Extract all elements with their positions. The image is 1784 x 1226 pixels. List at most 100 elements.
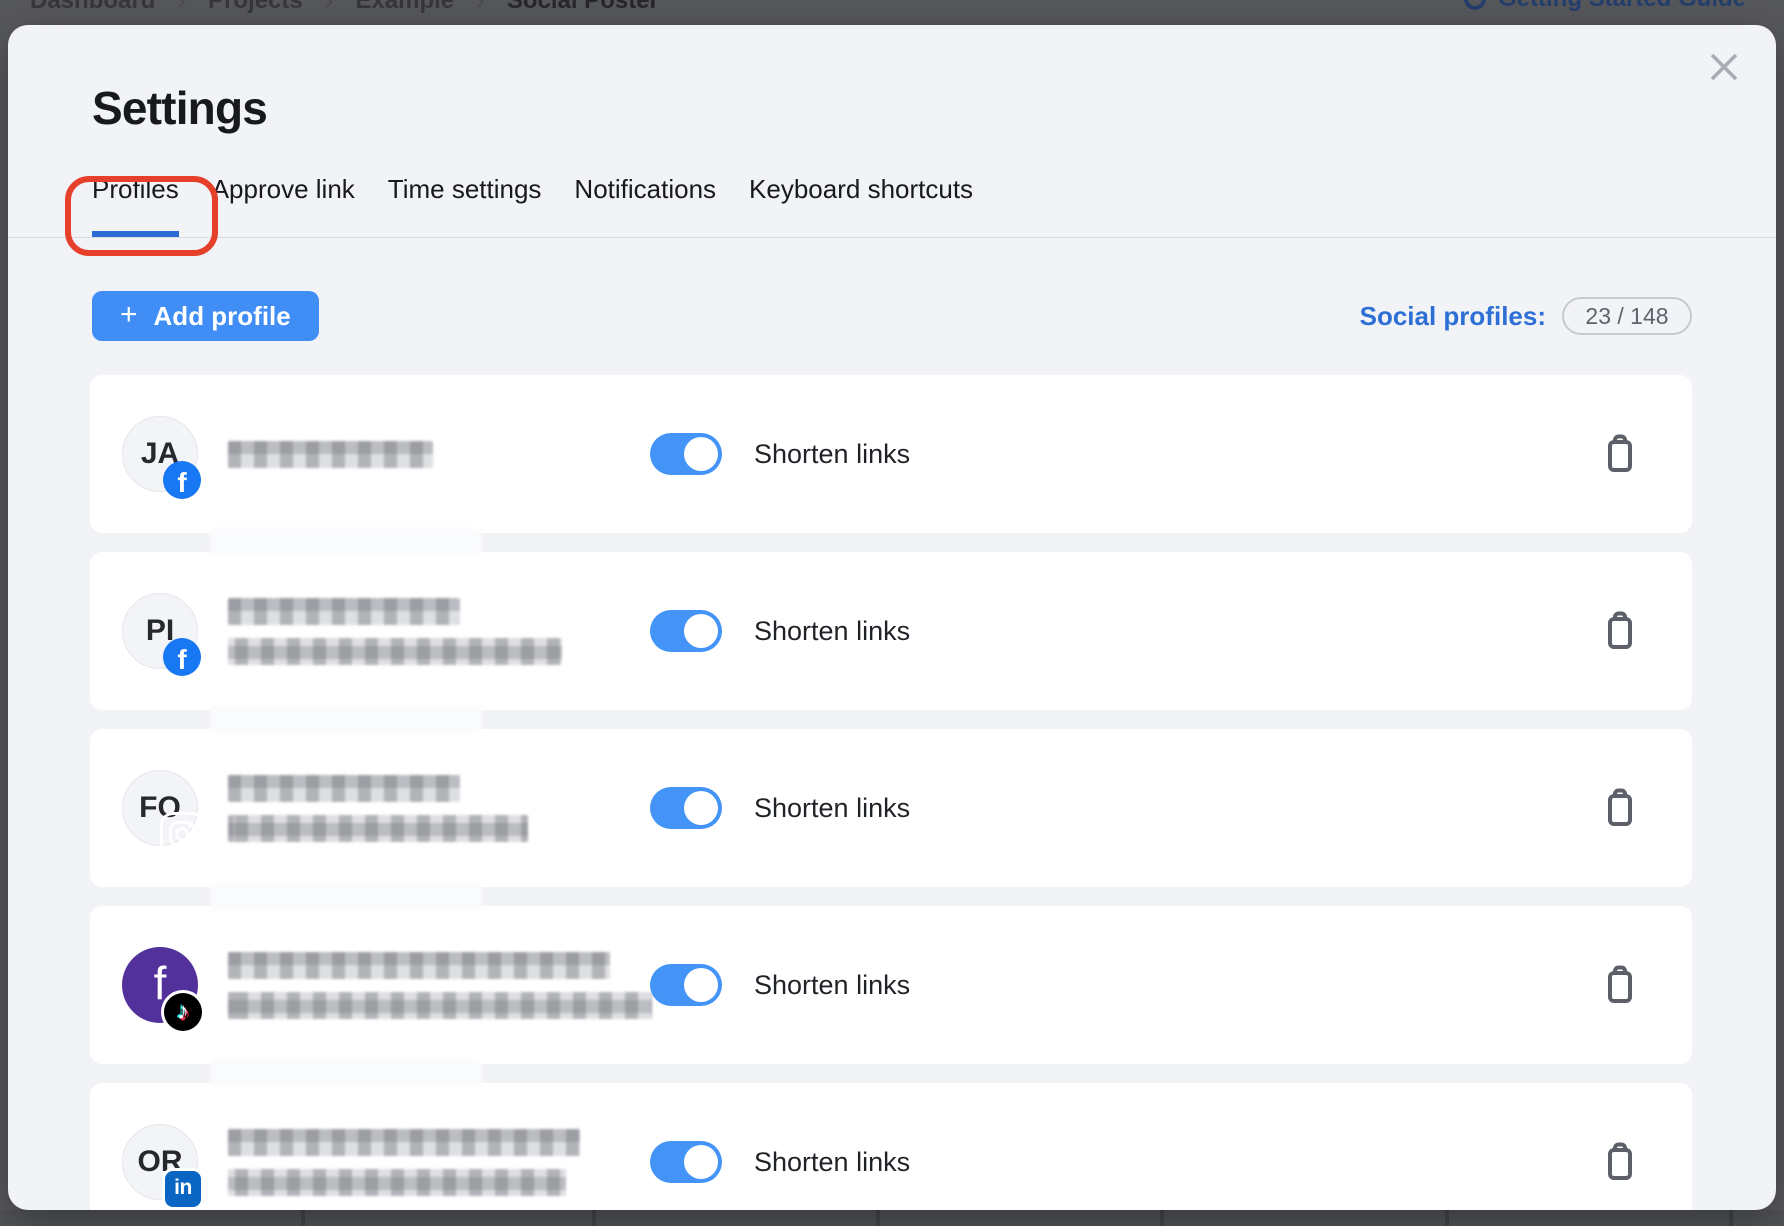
table-column-divider: [1445, 1210, 1449, 1226]
trash-icon: [1604, 611, 1636, 651]
facebook-icon: f: [177, 467, 186, 499]
shorten-links-control: Shorten links: [650, 610, 910, 652]
table-column-divider: [592, 1210, 596, 1226]
add-profile-button[interactable]: + Add profile: [92, 291, 319, 341]
profile-card: OR f ♪: [90, 1083, 1692, 1210]
shorten-links-control: Shorten links: [650, 964, 910, 1006]
profile-name-redacted: [228, 441, 650, 468]
getting-started-link[interactable]: Getting Started Guide: [1464, 0, 1746, 13]
tab-notifications[interactable]: Notifications: [574, 171, 716, 237]
redacted-text-line: [228, 1129, 580, 1156]
getting-started-label: Getting Started Guide: [1498, 0, 1746, 13]
profile-avatar: JA f ♪: [122, 416, 198, 492]
tabs-bar: Profiles Approve link Time settings Notific…: [8, 171, 1776, 238]
trash-icon: [1604, 434, 1636, 474]
breadcrumb-item: Social Poster: [507, 0, 659, 15]
profile-card: FO f ♪: [90, 729, 1692, 887]
tab-keyboard-shortcuts[interactable]: Keyboard shortcuts: [749, 171, 973, 237]
shorten-links-control: Shorten links: [650, 1141, 910, 1183]
instagram-icon: [163, 815, 201, 853]
table-column-divider: [876, 1210, 880, 1226]
background-table-edge: [0, 1210, 1784, 1226]
instagram-badge: f ♪ in: [163, 815, 201, 853]
background-top-bar: Dashboard›Projects›Example›Social Poster…: [0, 0, 1784, 25]
shorten-links-toggle[interactable]: [650, 964, 722, 1006]
profiles-toolbar: + Add profile Social profiles: 23 / 148: [92, 290, 1692, 342]
shorten-links-toggle[interactable]: [650, 787, 722, 829]
profile-name-redacted: [228, 952, 650, 1019]
plus-icon: +: [120, 300, 138, 330]
delete-profile-button[interactable]: [1598, 961, 1642, 1009]
page-title: Settings: [92, 81, 267, 135]
profile-card: JA f ♪: [90, 375, 1692, 533]
delete-profile-button[interactable]: [1598, 1138, 1642, 1186]
shorten-links-toggle[interactable]: [650, 1141, 722, 1183]
profile-name-redacted: [228, 598, 650, 665]
trash-icon: [1604, 1142, 1636, 1182]
profile-card: f f ♪: [90, 906, 1692, 1064]
toggle-knob: [684, 791, 718, 825]
tabs: Profiles Approve link Time settings Notific…: [92, 171, 1776, 237]
facebook-icon: f: [177, 644, 186, 676]
breadcrumb-item[interactable]: Dashboard: [30, 0, 155, 15]
linkedin-icon: in: [174, 1176, 192, 1200]
profile-name-redacted: [228, 1129, 650, 1196]
linkedin-badge: f ♪ in: [165, 1171, 201, 1207]
toggle-knob: [684, 614, 718, 648]
redacted-text-line: [228, 815, 528, 842]
redacted-text-line: [228, 598, 460, 625]
shorten-links-label: Shorten links: [754, 439, 910, 470]
profile-avatar: f f ♪: [122, 947, 198, 1023]
facebook-badge: f ♪ in: [163, 461, 201, 499]
redacted-text-line: [228, 775, 460, 802]
shorten-links-toggle[interactable]: [650, 610, 722, 652]
social-profiles-label: Social profiles:: [1360, 301, 1546, 332]
shorten-links-toggle[interactable]: [650, 433, 722, 475]
tab-profiles[interactable]: Profiles: [92, 171, 179, 237]
guide-icon: [1464, 0, 1486, 10]
shorten-links-label: Shorten links: [754, 793, 910, 824]
breadcrumb-separator: ›: [177, 0, 186, 16]
social-profiles-count-badge: 23 / 148: [1562, 297, 1692, 335]
settings-modal: Settings Profiles Approve link Time settin…: [8, 25, 1776, 1210]
table-column-divider: [1729, 1210, 1733, 1226]
trash-icon: [1604, 788, 1636, 828]
tiktok-badge: f ♪ in: [164, 993, 202, 1031]
profile-name-redacted: [228, 775, 650, 842]
profile-avatar: FO f ♪: [122, 770, 198, 846]
shorten-links-label: Shorten links: [754, 1147, 910, 1178]
toggle-knob: [684, 437, 718, 471]
tab-approve-link[interactable]: Approve link: [212, 171, 355, 237]
delete-profile-button[interactable]: [1598, 784, 1642, 832]
toggle-knob: [684, 968, 718, 1002]
redacted-text-line: [228, 1169, 566, 1196]
profile-card: PI f ♪: [90, 552, 1692, 710]
breadcrumb-separator: ›: [476, 0, 485, 16]
delete-profile-button[interactable]: [1598, 430, 1642, 478]
avatar-initials: f: [154, 956, 167, 1010]
shorten-links-label: Shorten links: [754, 970, 910, 1001]
modal-close-button[interactable]: [1696, 39, 1752, 95]
profile-avatar: OR f ♪: [122, 1124, 198, 1200]
breadcrumb-item[interactable]: Projects: [208, 0, 303, 15]
social-profiles-counter: Social profiles: 23 / 148: [1360, 297, 1692, 335]
facebook-badge: f ♪ in: [163, 638, 201, 676]
close-icon: [1701, 44, 1747, 90]
breadcrumb-item[interactable]: Example: [355, 0, 454, 15]
redacted-text-line: [228, 992, 652, 1019]
toggle-knob: [684, 1145, 718, 1179]
profile-avatar: PI f ♪: [122, 593, 198, 669]
tab-time-settings[interactable]: Time settings: [388, 171, 542, 237]
redacted-text-line: [228, 638, 562, 665]
breadcrumb: Dashboard›Projects›Example›Social Poster: [30, 0, 659, 16]
delete-profile-button[interactable]: [1598, 607, 1642, 655]
table-column-divider: [1160, 1210, 1164, 1226]
redacted-text-line: [228, 952, 610, 979]
redacted-text-line: [228, 441, 433, 468]
shorten-links-label: Shorten links: [754, 616, 910, 647]
add-profile-label: Add profile: [154, 301, 291, 332]
profiles-list: JA f ♪: [90, 375, 1692, 1210]
table-column-divider: [301, 1210, 305, 1226]
shorten-links-control: Shorten links: [650, 433, 910, 475]
shorten-links-control: Shorten links: [650, 787, 910, 829]
